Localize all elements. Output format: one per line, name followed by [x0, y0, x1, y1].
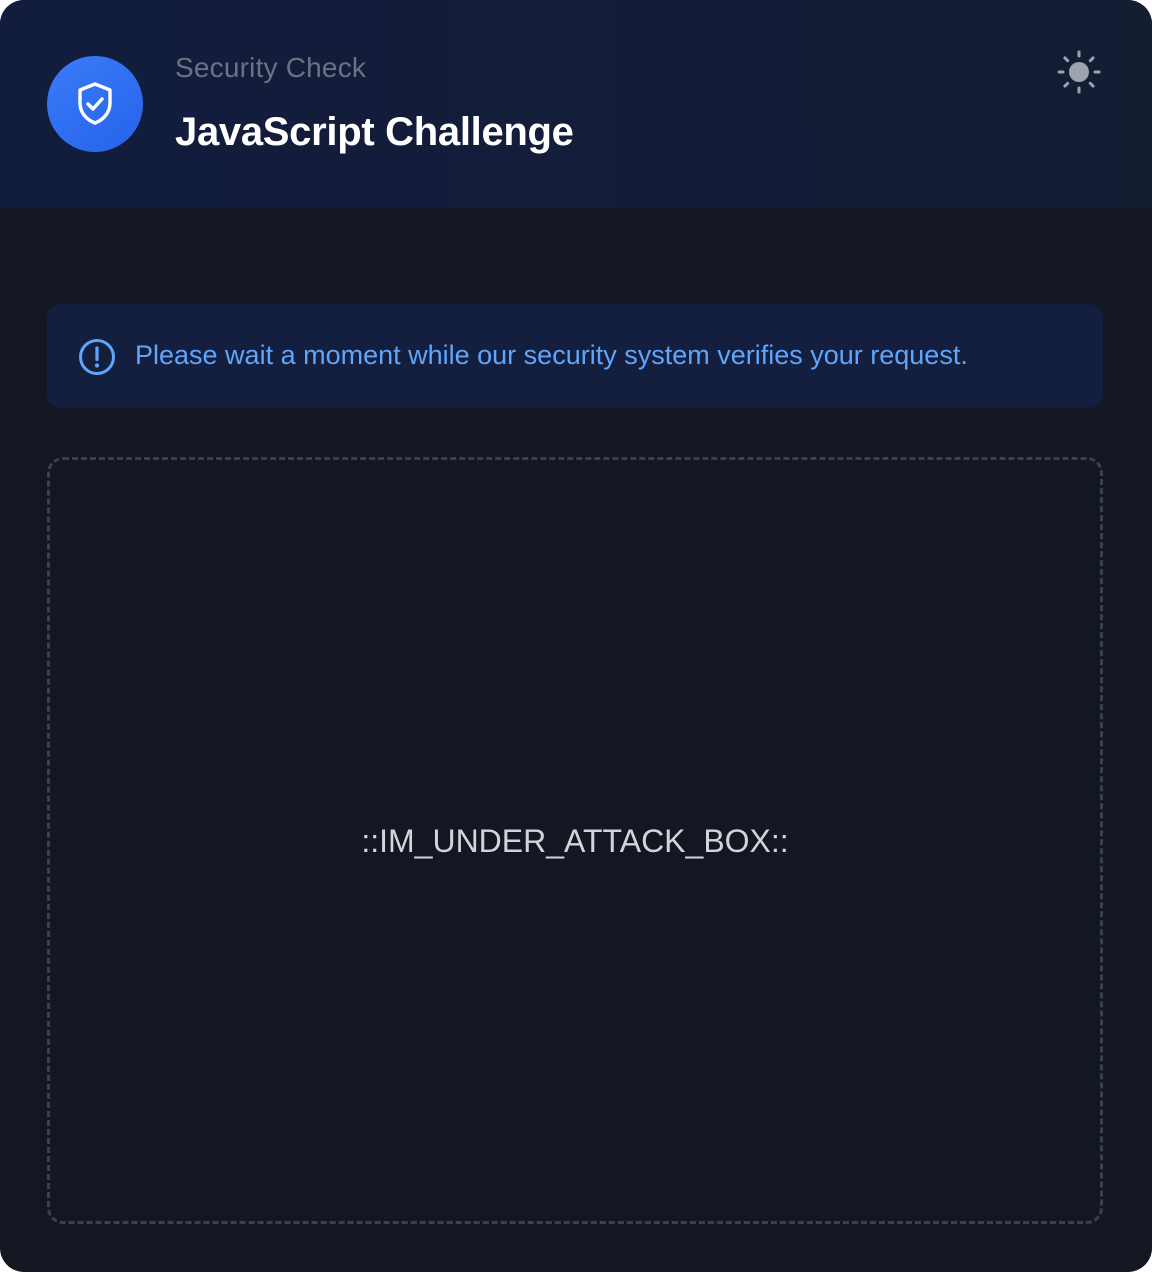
theme-toggle-button[interactable]: [1055, 48, 1103, 96]
security-check-card: Security Check JavaScript Challenge Plea…: [0, 0, 1152, 1272]
info-circle-icon: [79, 339, 115, 375]
notice-message: Please wait a moment while our security …: [135, 340, 968, 370]
page-title: JavaScript Challenge: [175, 110, 574, 154]
info-notice: Please wait a moment while our security …: [47, 304, 1103, 408]
shield-check-icon: [78, 82, 112, 125]
header-subtitle: Security Check: [175, 52, 367, 83]
sun-icon: [1057, 50, 1101, 94]
card-header: Security Check JavaScript Challenge: [0, 0, 1152, 208]
challenge-box[interactable]: ::IM_UNDER_ATTACK_BOX::: [47, 457, 1103, 1224]
shield-badge: [47, 56, 143, 152]
challenge-placeholder-text: ::IM_UNDER_ATTACK_BOX::: [361, 823, 789, 859]
